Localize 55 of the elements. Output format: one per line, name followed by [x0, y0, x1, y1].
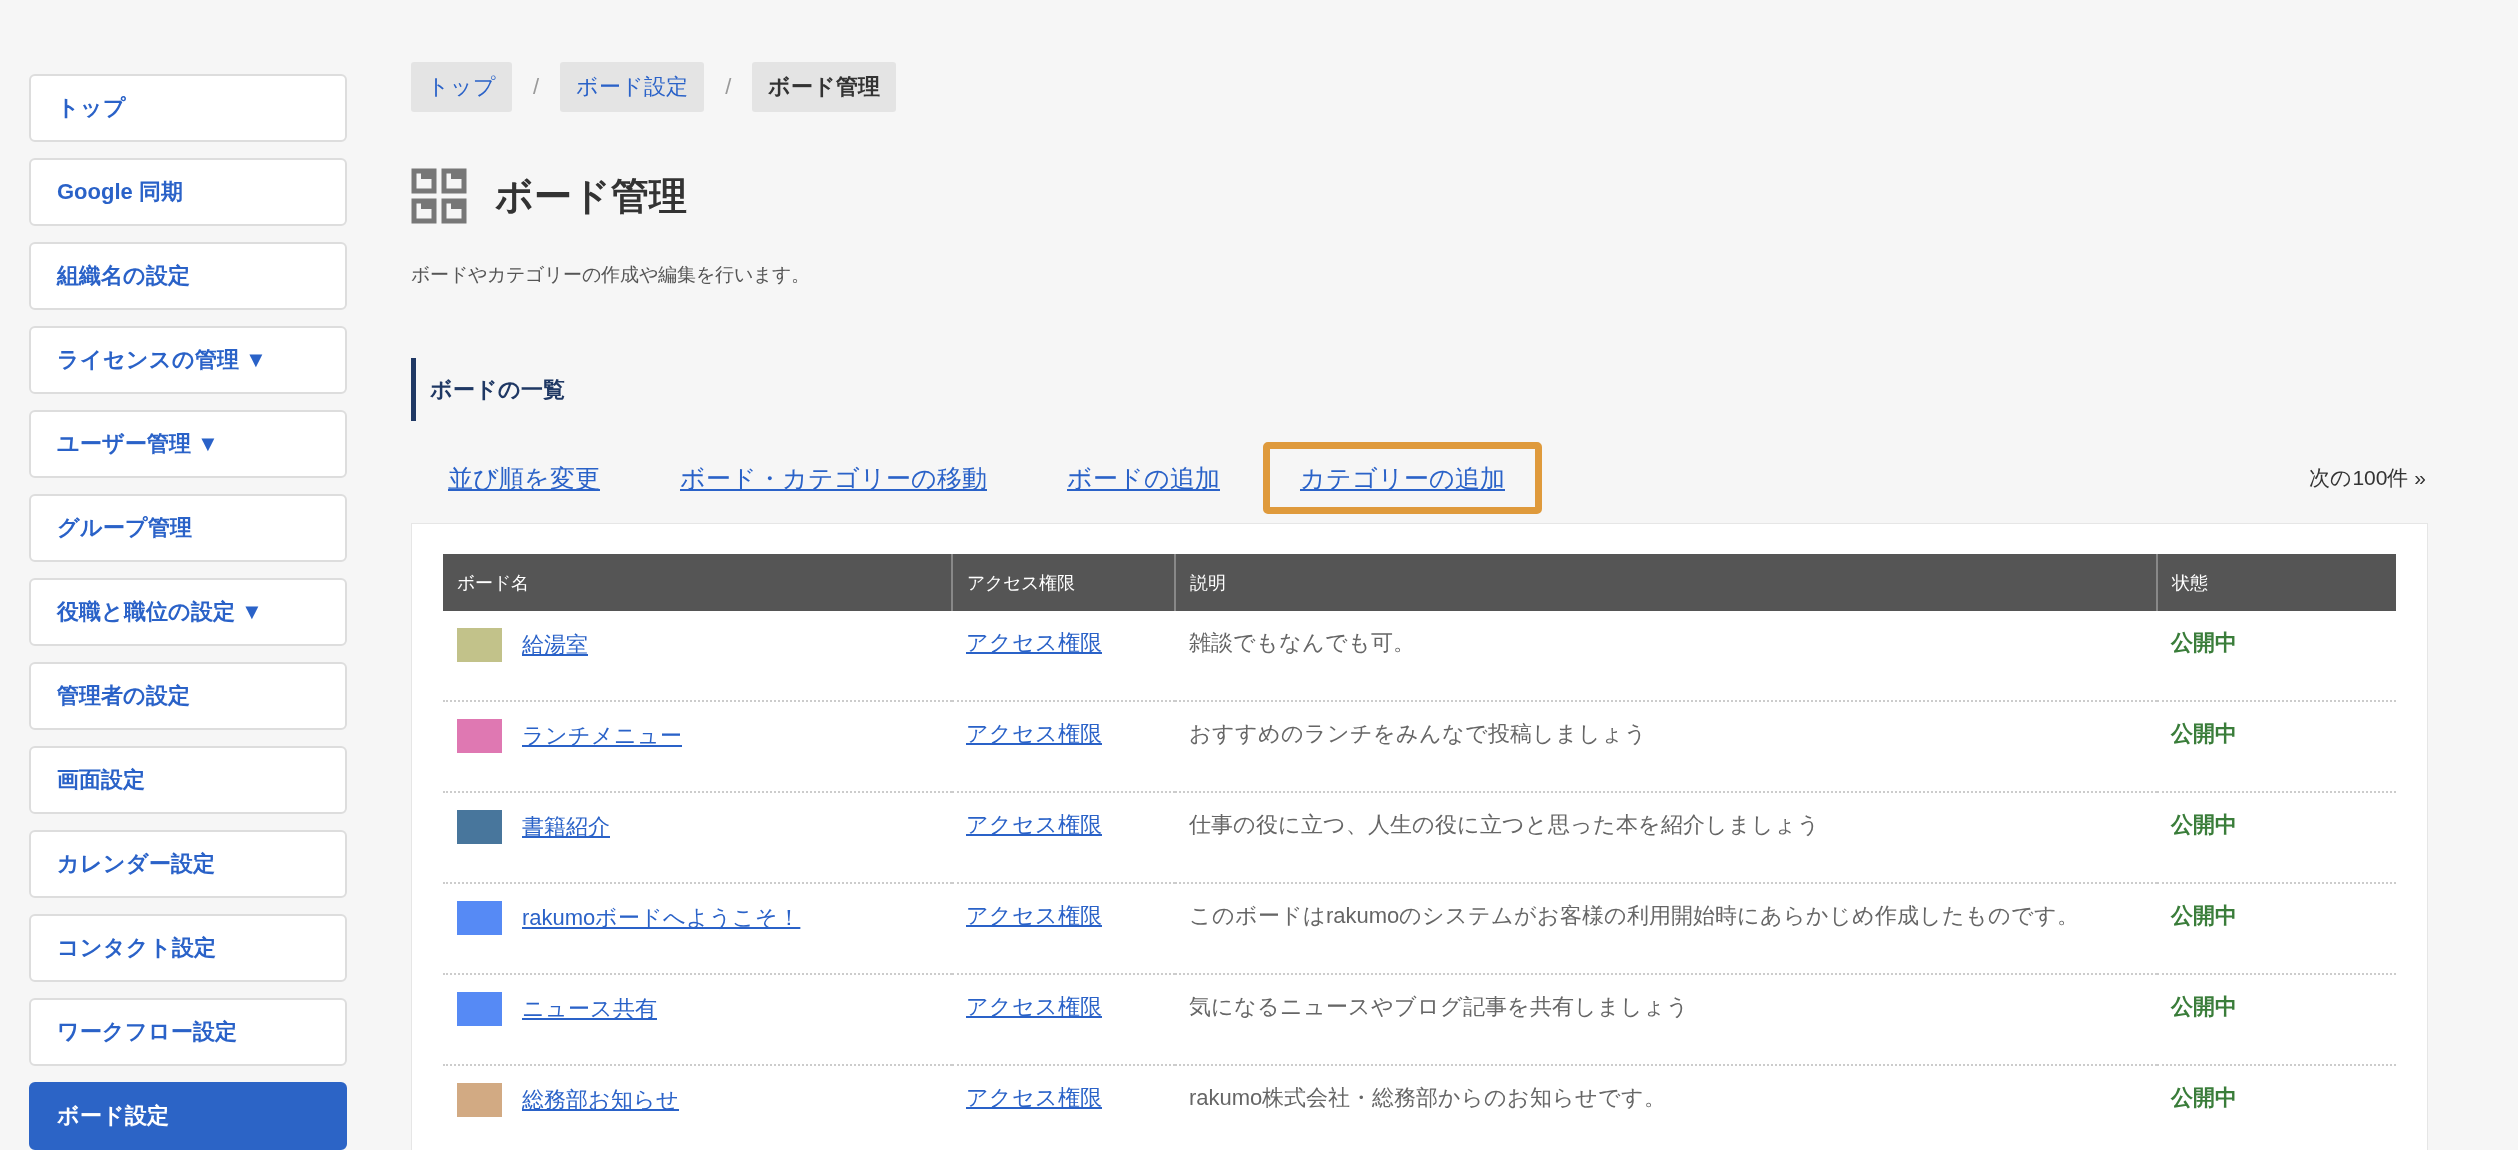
sidebar-item[interactable]: 管理者の設定	[29, 662, 347, 730]
board-description: 気になるニュースやブログ記事を共有しましょう	[1189, 994, 1689, 1019]
breadcrumb-separator: /	[725, 74, 732, 100]
board-name-link[interactable]: rakumoボードへようこそ！	[522, 903, 801, 933]
action-link[interactable]: カテゴリーの追加	[1263, 442, 1542, 514]
action-link[interactable]: 並び順を変更	[411, 442, 637, 514]
sidebar-item[interactable]: Google 同期	[29, 158, 347, 226]
status-label: 公開中	[2171, 903, 2237, 928]
board-name-link[interactable]: ニュース共有	[522, 994, 657, 1024]
sidebar-item[interactable]: グループ管理	[29, 494, 347, 562]
breadcrumb-link[interactable]: ボード設定	[560, 62, 705, 112]
board-name-link[interactable]: 総務部お知らせ	[522, 1085, 679, 1115]
column-header: アクセス権限	[952, 554, 1175, 611]
board-description: おすすめのランチをみんなで投稿しましょう	[1189, 721, 1647, 746]
status-label: 公開中	[2171, 994, 2237, 1019]
status-label: 公開中	[2171, 1085, 2237, 1110]
breadcrumb-current: ボード管理	[752, 62, 897, 112]
breadcrumb-separator: /	[533, 74, 540, 100]
action-link[interactable]: ボードの追加	[1030, 442, 1257, 514]
access-link[interactable]: アクセス権限	[966, 1085, 1102, 1110]
board-description: rakumo株式会社・総務部からのお知らせです。	[1189, 1085, 1667, 1110]
board-name-link[interactable]: 書籍紹介	[522, 812, 610, 842]
board-description: 仕事の役に立つ、人生の役に立つと思った本を紹介しましょう	[1189, 812, 1820, 837]
access-link[interactable]: アクセス権限	[966, 994, 1102, 1019]
board-description: このボードはrakumoのシステムがお客様の利用開始時にあらかじめ作成したものです。	[1189, 903, 2080, 928]
sidebar-item[interactable]: 組織名の設定	[29, 242, 347, 310]
next-page-link[interactable]: 次の100件 »	[2309, 464, 2428, 492]
grid-icon	[411, 168, 467, 224]
board-description: 雑談でもなんでも可。	[1189, 630, 1415, 655]
access-link[interactable]: アクセス権限	[966, 903, 1102, 928]
access-link[interactable]: アクセス権限	[966, 721, 1102, 746]
column-header: 状態	[2157, 554, 2396, 611]
column-header: 説明	[1175, 554, 2157, 611]
sidebar-item[interactable]: ユーザー管理 ▼	[29, 410, 347, 478]
board-name-link[interactable]: ランチメニュー	[522, 721, 682, 751]
action-link[interactable]: ボード・カテゴリーの移動	[643, 442, 1024, 514]
board-name-link[interactable]: 給湯室	[522, 630, 588, 660]
sidebar-item[interactable]: カレンダー設定	[29, 830, 347, 898]
sidebar-item[interactable]: ワークフロー設定	[29, 998, 347, 1066]
sidebar-item[interactable]: トップ	[29, 74, 347, 142]
section-heading: ボードの一覧	[411, 358, 2428, 421]
access-link[interactable]: アクセス権限	[966, 630, 1102, 655]
page-description: ボードやカテゴリーの作成や編集を行います。	[411, 263, 811, 287]
sidebar-item[interactable]: 画面設定	[29, 746, 347, 814]
column-header: ボード名	[443, 554, 952, 611]
status-label: 公開中	[2171, 721, 2237, 746]
status-label: 公開中	[2171, 812, 2237, 837]
access-link[interactable]: アクセス権限	[966, 812, 1102, 837]
sidebar-item[interactable]: コンタクト設定	[29, 914, 347, 982]
sidebar-item[interactable]: ライセンスの管理 ▼	[29, 326, 347, 394]
sidebar-item[interactable]: ボード設定	[29, 1082, 347, 1150]
breadcrumb-link[interactable]: トップ	[411, 62, 512, 112]
sidebar-item[interactable]: 役職と職位の設定 ▼	[29, 578, 347, 646]
status-label: 公開中	[2171, 630, 2237, 655]
page-title: ボード管理	[495, 173, 687, 219]
